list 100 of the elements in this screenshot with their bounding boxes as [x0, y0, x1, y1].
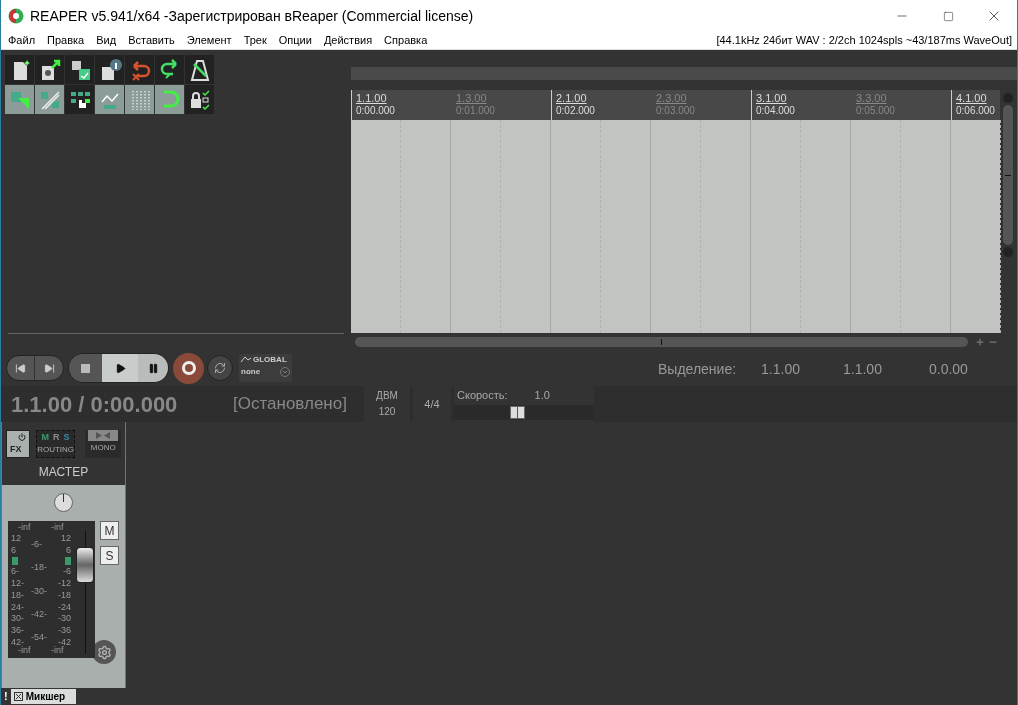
routing-flag-label: R — [53, 431, 60, 444]
repeat-button[interactable] — [207, 355, 233, 381]
automation-mode-box[interactable]: GLOBAL none — [239, 354, 292, 382]
menu-item[interactable]: Элемент — [180, 32, 238, 49]
menu-item[interactable]: Файл — [1, 32, 42, 49]
automation-mode: none — [241, 366, 261, 378]
pause-button[interactable] — [138, 354, 168, 382]
selection-length: 0.0.00 — [928, 359, 968, 379]
routing-label: ROUTING — [37, 444, 75, 456]
play-state: [Остановлено] — [233, 393, 348, 416]
menu-item[interactable]: Действия — [317, 32, 379, 49]
meter-level-indicator — [65, 557, 71, 566]
ruler-bar-label: 4.1.00 — [956, 91, 988, 105]
pan-knob[interactable] — [54, 493, 73, 512]
mute-button[interactable]: M — [100, 521, 119, 540]
menu-item[interactable]: Вид — [90, 32, 123, 49]
meter-scale-label: -42 — [58, 636, 71, 647]
pause-icon — [147, 362, 159, 374]
time-signature[interactable]: 4/4 — [413, 386, 451, 422]
toolbar-button[interactable] — [185, 55, 214, 84]
toolbar-button[interactable] — [5, 55, 34, 84]
menu-item[interactable]: Вставить — [122, 32, 181, 49]
toolbar-button[interactable] — [35, 55, 64, 84]
meter-scale-label: -30 — [58, 613, 71, 625]
envelope-icon — [241, 356, 251, 363]
tempo-label: ДВМ — [376, 389, 398, 403]
meter-scale-label: 30- — [11, 613, 25, 625]
solo-button[interactable]: S — [100, 546, 119, 565]
meter-scale-label: -54- — [31, 632, 48, 643]
docker-tab[interactable]: Микшер — [10, 689, 77, 704]
ruler-time-label: 0:03.000 — [656, 105, 696, 117]
meter-scale-label: 18- — [11, 589, 25, 602]
toolbar-button[interactable] — [65, 85, 94, 114]
mono-label: MONO — [90, 442, 116, 454]
meter-scale-label: 12- — [11, 578, 25, 590]
meter-scale-label: -12 — [58, 578, 71, 590]
ruler-time-label: 0:00.000 — [356, 105, 396, 117]
meter-scale-label: -18- — [31, 562, 48, 574]
peak-readout: -inf — [17, 521, 31, 533]
meter-scale-label: 6 — [66, 544, 71, 557]
tempo-value[interactable]: 120 — [378, 404, 396, 420]
meter-scale-label: -36 — [58, 624, 71, 637]
peak-readout: -inf — [51, 645, 64, 656]
mono-button[interactable]: MONO — [85, 430, 121, 458]
play-button[interactable] — [102, 354, 138, 382]
play-icon — [114, 362, 126, 374]
gear-icon — [96, 644, 112, 660]
toolbar-button[interactable] — [155, 55, 184, 84]
volume-fader[interactable] — [75, 531, 95, 654]
record-button[interactable] — [173, 352, 204, 384]
automation-label: GLOBAL — [253, 354, 287, 365]
ruler-time-label: 0:05.000 — [856, 105, 896, 117]
ruler-bar-label: 3.3.00 — [856, 91, 888, 105]
meter-scale-label: 12 — [61, 533, 71, 545]
app-logo-icon — [8, 8, 24, 24]
meter-scale-label: 24- — [11, 601, 25, 614]
skip-forward-icon — [43, 362, 55, 374]
meter-scale-label: 12 — [11, 533, 22, 545]
stop-button[interactable] — [69, 354, 102, 382]
ruler-time-label: 0:02.000 — [556, 105, 596, 117]
vertical-scrollbar[interactable] — [1003, 105, 1013, 245]
power-icon — [17, 433, 26, 441]
ruler-bar-label: 1.1.00 — [356, 91, 388, 105]
routing-button[interactable]: M R S ROUTING — [35, 430, 76, 458]
toolbar-button[interactable] — [185, 85, 214, 114]
track-name: МАСТЕР — [37, 464, 90, 481]
selection-end: 1.1.00 — [843, 359, 882, 379]
fx-label: FX — [9, 443, 22, 455]
playrate-slider[interactable] — [454, 405, 594, 420]
alert-marker[interactable]: ! — [1, 688, 11, 705]
slider-thumb[interactable] — [510, 406, 526, 419]
timeline-ruler[interactable]: 1.1.00 0:00.000 1.3.00 0:01.000 2.1.00 0:02.000 2.3.00 0:03.000 3.1.00 0:04.000 3.3.00 0:05.000 4.1.00 0:06.000 — [351, 90, 1000, 120]
playrate-label: Скорость: — [457, 389, 508, 402]
peak-readout: -inf — [17, 645, 31, 656]
meter-scale-label: -6- — [31, 539, 43, 550]
ruler-time-label: 0:01.000 — [456, 105, 496, 117]
meter-scale-label: -30- — [31, 585, 48, 597]
toolbar-button[interactable] — [65, 55, 94, 84]
position-display: 1.1.00 / 0:00.000 — [11, 390, 179, 419]
meter-scale-label: -24 — [58, 601, 71, 614]
ruler-time-label: 0:06.000 — [956, 105, 996, 117]
stereo-icon — [88, 430, 119, 441]
menu-item[interactable]: Правка — [41, 32, 91, 49]
selection-start: 1.1.00 — [761, 359, 800, 379]
meter-scale-label: 36- — [11, 624, 25, 637]
fader-thumb[interactable] — [76, 546, 94, 583]
menu-item[interactable]: Справка — [378, 32, 434, 49]
peak-readout: -inf — [51, 521, 64, 533]
horizontal-scrollbar[interactable] — [355, 336, 968, 347]
repeat-icon — [214, 362, 226, 374]
playrate-value: 1.0 — [534, 389, 550, 402]
fx-button[interactable]: FX — [6, 430, 30, 458]
meter-level-indicator — [12, 557, 18, 566]
window-title: REAPER v5.941/x64 -Зарегистрирован вReaper (Commercial license) — [30, 6, 474, 26]
toolbar-button[interactable] — [95, 55, 124, 84]
menu-item[interactable]: Опции — [272, 32, 318, 49]
meter-scale-label: -42- — [31, 608, 48, 620]
close-icon[interactable] — [13, 692, 23, 701]
meter-scale-label: -18 — [58, 589, 71, 602]
menu-item[interactable]: Трек — [237, 32, 273, 49]
